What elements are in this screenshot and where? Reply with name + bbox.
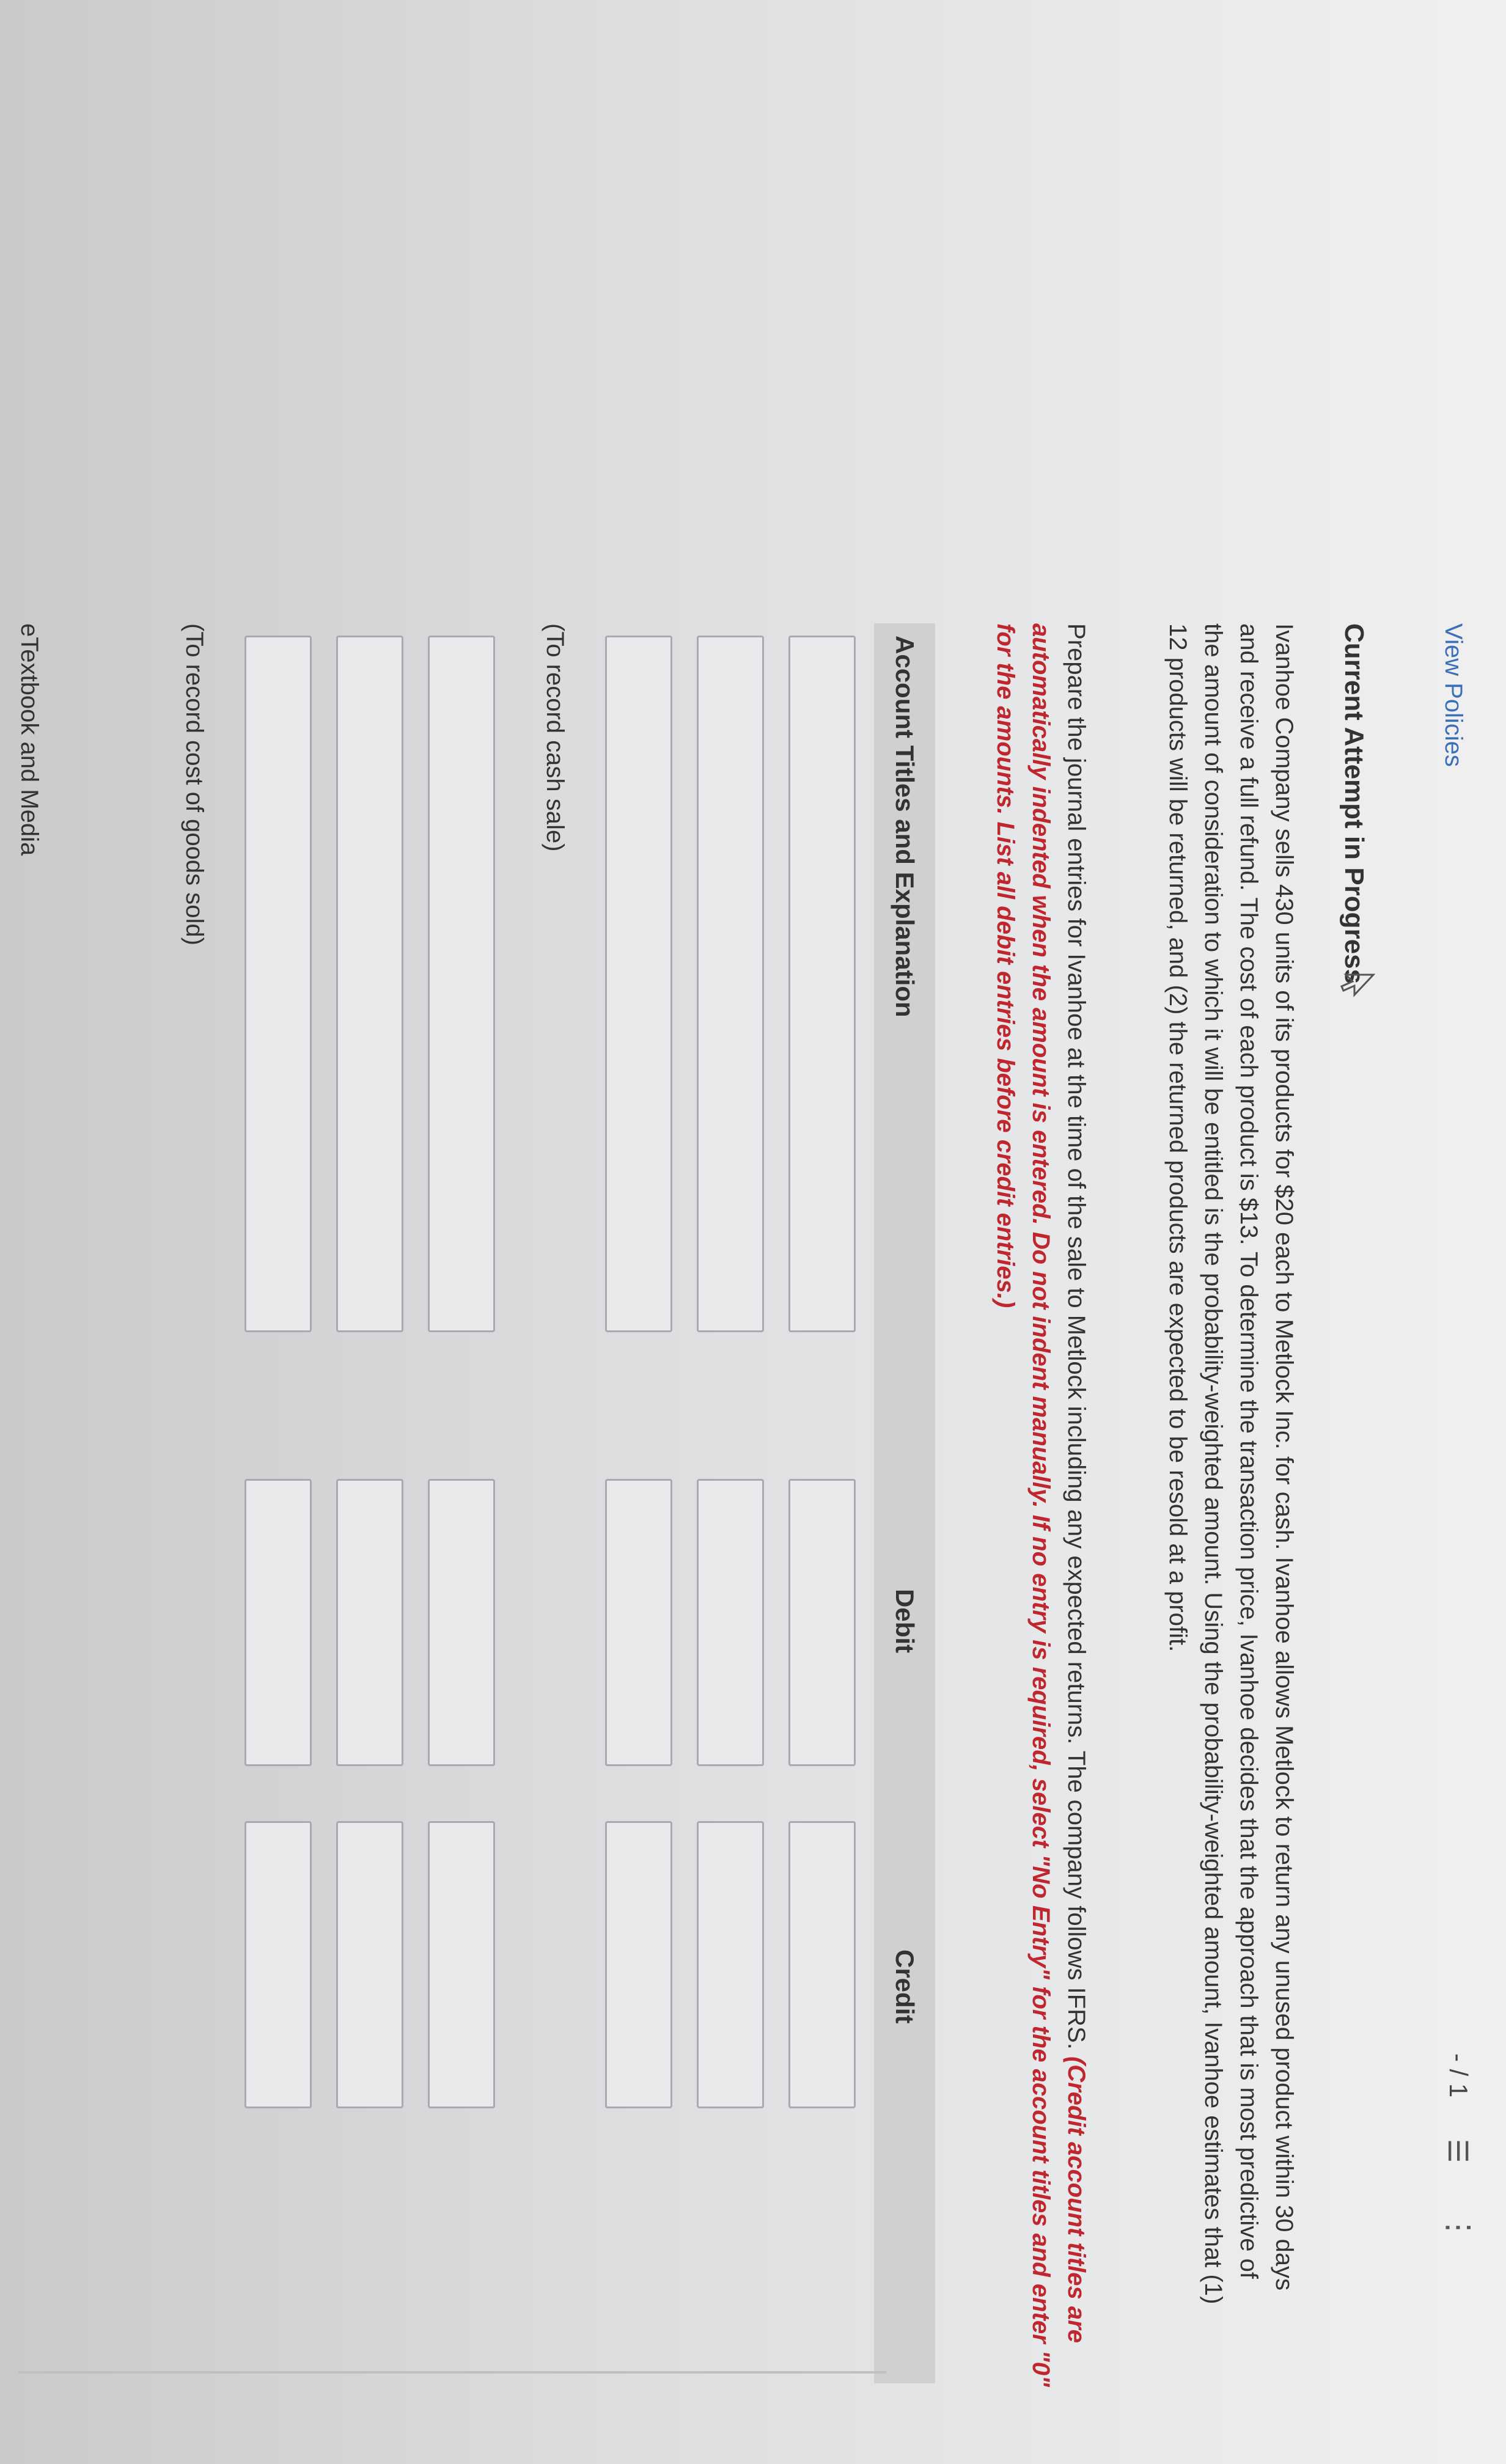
entry1-row1-debit-input[interactable] xyxy=(788,1479,856,1766)
col-debit: Debit xyxy=(891,1589,919,1653)
entry2-caption: (To record cost of goods sold) xyxy=(181,623,208,945)
entry1-row2-credit-input[interactable] xyxy=(697,1821,764,2108)
attempt-title: Current Attempt in Progress xyxy=(1339,623,1369,985)
problem-text: Ivanhoe Company sells 430 units of its p… xyxy=(1164,623,1298,2304)
entry1-row3-credit-input[interactable] xyxy=(605,1821,672,2108)
entry2-row3-account-select[interactable] xyxy=(244,636,312,1332)
entry2-row2-account-select[interactable] xyxy=(336,636,403,1332)
page-indicator: - / 1 xyxy=(1444,2053,1473,2098)
instructions: Prepare the journal entries for Ivanhoe … xyxy=(988,623,1094,2396)
entry2-row1-credit-input[interactable] xyxy=(428,1821,495,2108)
mouse-cursor-icon xyxy=(1340,974,1375,997)
entry1-row1-credit-input[interactable] xyxy=(788,1821,856,2108)
list-icon[interactable]: ☰ xyxy=(1442,2139,1473,2163)
entry1-row1-account-select[interactable] xyxy=(788,636,856,1332)
entry1-caption: (To record cash sale) xyxy=(542,623,568,852)
entry2-row2-debit-input[interactable] xyxy=(336,1479,403,1766)
view-policies-link[interactable]: View Policies xyxy=(1439,623,1467,767)
entry1-row2-debit-input[interactable] xyxy=(697,1479,764,1766)
etextbook-link[interactable]: eTextbook and Media xyxy=(15,623,43,856)
entry2-row1-account-select[interactable] xyxy=(428,636,495,1332)
entry1-row3-account-select[interactable] xyxy=(605,636,672,1332)
entry2-row3-debit-input[interactable] xyxy=(244,1479,312,1766)
rotated-page: View Policies - / 1 ☰ ⋮ Current Attempt … xyxy=(15,574,1497,2408)
entry2-row2-credit-input[interactable] xyxy=(336,1821,403,2108)
col-credit: Credit xyxy=(891,1949,919,2024)
entry1-row3-debit-input[interactable] xyxy=(605,1479,672,1766)
entry1-row2-account-select[interactable] xyxy=(697,636,764,1332)
table-right-border xyxy=(18,2371,886,2374)
entry2-row3-credit-input[interactable] xyxy=(244,1821,312,2108)
assignment-page: View Policies - / 1 ☰ ⋮ Current Attempt … xyxy=(15,574,1497,2408)
entry2-row1-debit-input[interactable] xyxy=(428,1479,495,1766)
journal-table-header: Account Titles and Explanation Debit Cre… xyxy=(874,623,935,2383)
col-account-titles: Account Titles and Explanation xyxy=(891,636,919,1018)
instructions-main: Prepare the journal entries for Ivanhoe … xyxy=(1063,623,1090,2050)
more-options-icon[interactable]: ⋮ xyxy=(1441,2212,1477,2244)
